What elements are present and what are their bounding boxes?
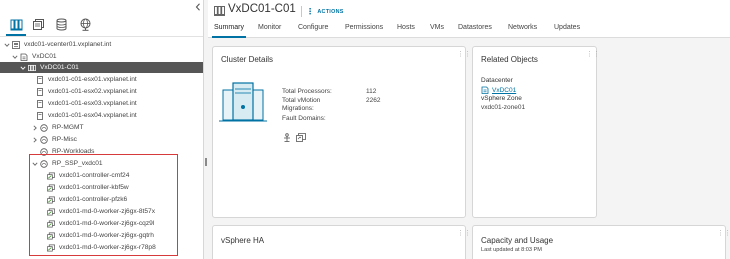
last-updated-text: Last updated at 8:03 PM: [481, 247, 542, 253]
navigator-divider: [0, 36, 203, 37]
drag-handle-icon[interactable]: ⋮⋮: [586, 51, 600, 59]
tree-item-label: RP-Misc: [52, 136, 77, 143]
tab-configure[interactable]: Configure: [298, 24, 328, 37]
tree-item-label: vxdc01-c01-esx04.vxplanet.int: [48, 112, 137, 119]
drag-handle-icon[interactable]: ⋮⋮: [717, 230, 730, 238]
vsphere-ha-title: vSphere HA: [221, 236, 265, 245]
vsphere-ha-card: vSphere HA ⋮⋮: [212, 225, 471, 259]
tab-hosts-and-clusters[interactable]: [6, 16, 26, 36]
chevron-down-icon[interactable]: [19, 63, 26, 72]
datacenter-icon: [20, 52, 28, 61]
navigator-tabs: [0, 14, 204, 36]
networking-icon: [80, 18, 90, 31]
cluster-illustration-icon: [219, 82, 267, 122]
tab-summary[interactable]: Summary: [212, 24, 246, 38]
tab-monitor[interactable]: Monitor: [258, 24, 281, 37]
tree-item-label: vxdc01-vcenter01.vxplanet.int: [24, 41, 112, 48]
cluster-icon: [28, 63, 36, 72]
datacenter-link-text: VxDC01: [492, 86, 517, 94]
drag-handle-icon[interactable]: ⋮⋮: [457, 51, 471, 59]
tab-permissions[interactable]: Permissions: [345, 24, 383, 37]
vsphere-zone-label: vSphere Zone: [481, 95, 522, 102]
vsphere-zone-value: vxdc01-zone01: [481, 104, 526, 111]
tab-storage[interactable]: [53, 16, 69, 32]
vm-console-icon[interactable]: [296, 133, 306, 142]
hosts-and-clusters-icon: [10, 19, 22, 30]
vmotion-value: 2262: [366, 97, 381, 104]
tab-networking[interactable]: [77, 16, 93, 32]
tree-item-label: vxdc01-c01-esx03.vxplanet.int: [48, 100, 137, 107]
tree-item-datacenter[interactable]: VxDC01: [0, 51, 203, 62]
object-tabs: Summary Monitor Configure Permissions Ho…: [208, 22, 730, 38]
chevron-down-icon[interactable]: [11, 52, 18, 61]
pane-resize-handle[interactable]: [205, 158, 207, 166]
total-processors-value: 112: [366, 88, 377, 95]
cluster-icon: [214, 6, 225, 16]
collapse-navigator-button[interactable]: [193, 2, 203, 12]
vmotion-label-line1: Total vMotion: [282, 97, 321, 104]
drag-handle-icon[interactable]: ⋮⋮: [457, 230, 471, 238]
tree-item-host[interactable]: vxdc01-c01-esx01.vxplanet.int: [0, 74, 203, 85]
tree-item-resource-pool[interactable]: RP-MGMT: [0, 122, 203, 133]
chevron-right-icon[interactable]: [31, 135, 38, 144]
actions-menu-button[interactable]: ⋮ ACTIONS: [306, 6, 344, 17]
network-link-icon[interactable]: [283, 133, 291, 142]
storage-icon: [56, 18, 66, 30]
host-icon: [36, 99, 44, 108]
tree-item-label: vxdc01-c01-esx01.vxplanet.int: [48, 76, 137, 83]
tab-vms[interactable]: VMs: [430, 24, 444, 37]
tree-item-label: VxDC01: [32, 53, 57, 60]
main-content: VxDC01-C01 ⋮ ACTIONS Summary Monitor Con…: [208, 0, 730, 259]
tree-item-resource-pool[interactable]: RP-Misc: [0, 134, 203, 145]
capacity-usage-title: Capacity and Usage: [481, 236, 554, 245]
tree-item-label: VxDC01-C01: [40, 64, 79, 71]
host-icon: [36, 75, 44, 84]
tree-item-host[interactable]: vxdc01-c01-esx04.vxplanet.int: [0, 110, 203, 121]
vmotion-label-line2: Migrations:: [282, 104, 314, 112]
total-processors-label: Total Processors:: [282, 88, 332, 95]
chevron-left-icon: [195, 3, 200, 11]
related-objects-title: Related Objects: [481, 55, 538, 64]
tree-item-host[interactable]: vxdc01-c01-esx02.vxplanet.int: [0, 86, 203, 97]
page-title: VxDC01-C01: [228, 3, 296, 15]
cluster-details-card: Cluster Details ⋮⋮ Total Processors: 112…: [212, 46, 471, 218]
tree-item-cluster-selected[interactable]: VxDC01-C01: [0, 62, 203, 73]
related-objects-card: Related Objects ⋮⋮ Datacenter VxDC01 vSp…: [472, 46, 600, 218]
annotation-highlight-box: [29, 154, 178, 256]
chevron-down-icon[interactable]: [3, 40, 10, 49]
datacenter-icon: [481, 86, 489, 94]
tree-item-host[interactable]: vxdc01-c01-esx03.vxplanet.int: [0, 98, 203, 109]
capacity-usage-card: Capacity and Usage Last updated at 8:03 …: [472, 225, 730, 259]
tab-hosts[interactable]: Hosts: [397, 24, 415, 37]
tree-item-label: RP-MGMT: [52, 124, 84, 131]
inventory-navigator: vxdc01-vcenter01.vxplanet.int VxDC01 VxD…: [0, 0, 204, 259]
vcenter-icon: [12, 40, 20, 49]
tab-updates[interactable]: Updates: [554, 24, 580, 37]
tab-vms-and-templates[interactable]: [30, 16, 46, 32]
resource-pool-icon: [40, 123, 48, 132]
chevron-right-icon[interactable]: [31, 123, 38, 132]
host-icon: [36, 87, 44, 96]
more-vertical-icon: ⋮: [306, 6, 315, 16]
object-header: VxDC01-C01 ⋮ ACTIONS Summary Monitor Con…: [208, 0, 730, 38]
tab-datastores[interactable]: Datastores: [458, 24, 492, 37]
tree-item-vcenter[interactable]: vxdc01-vcenter01.vxplanet.int: [0, 39, 203, 50]
vms-and-templates-icon: [32, 18, 44, 30]
fault-domains-label: Fault Domains:: [282, 115, 326, 122]
header-divider: [301, 6, 302, 17]
tree-item-label: vxdc01-c01-esx02.vxplanet.int: [48, 88, 137, 95]
resource-pool-icon: [40, 135, 48, 144]
tab-networks[interactable]: Networks: [508, 24, 537, 37]
host-icon: [36, 111, 44, 120]
datacenter-label: Datacenter: [481, 77, 513, 84]
cluster-details-title: Cluster Details: [221, 55, 274, 64]
actions-label: ACTIONS: [317, 8, 344, 15]
datacenter-link[interactable]: VxDC01: [481, 86, 516, 94]
